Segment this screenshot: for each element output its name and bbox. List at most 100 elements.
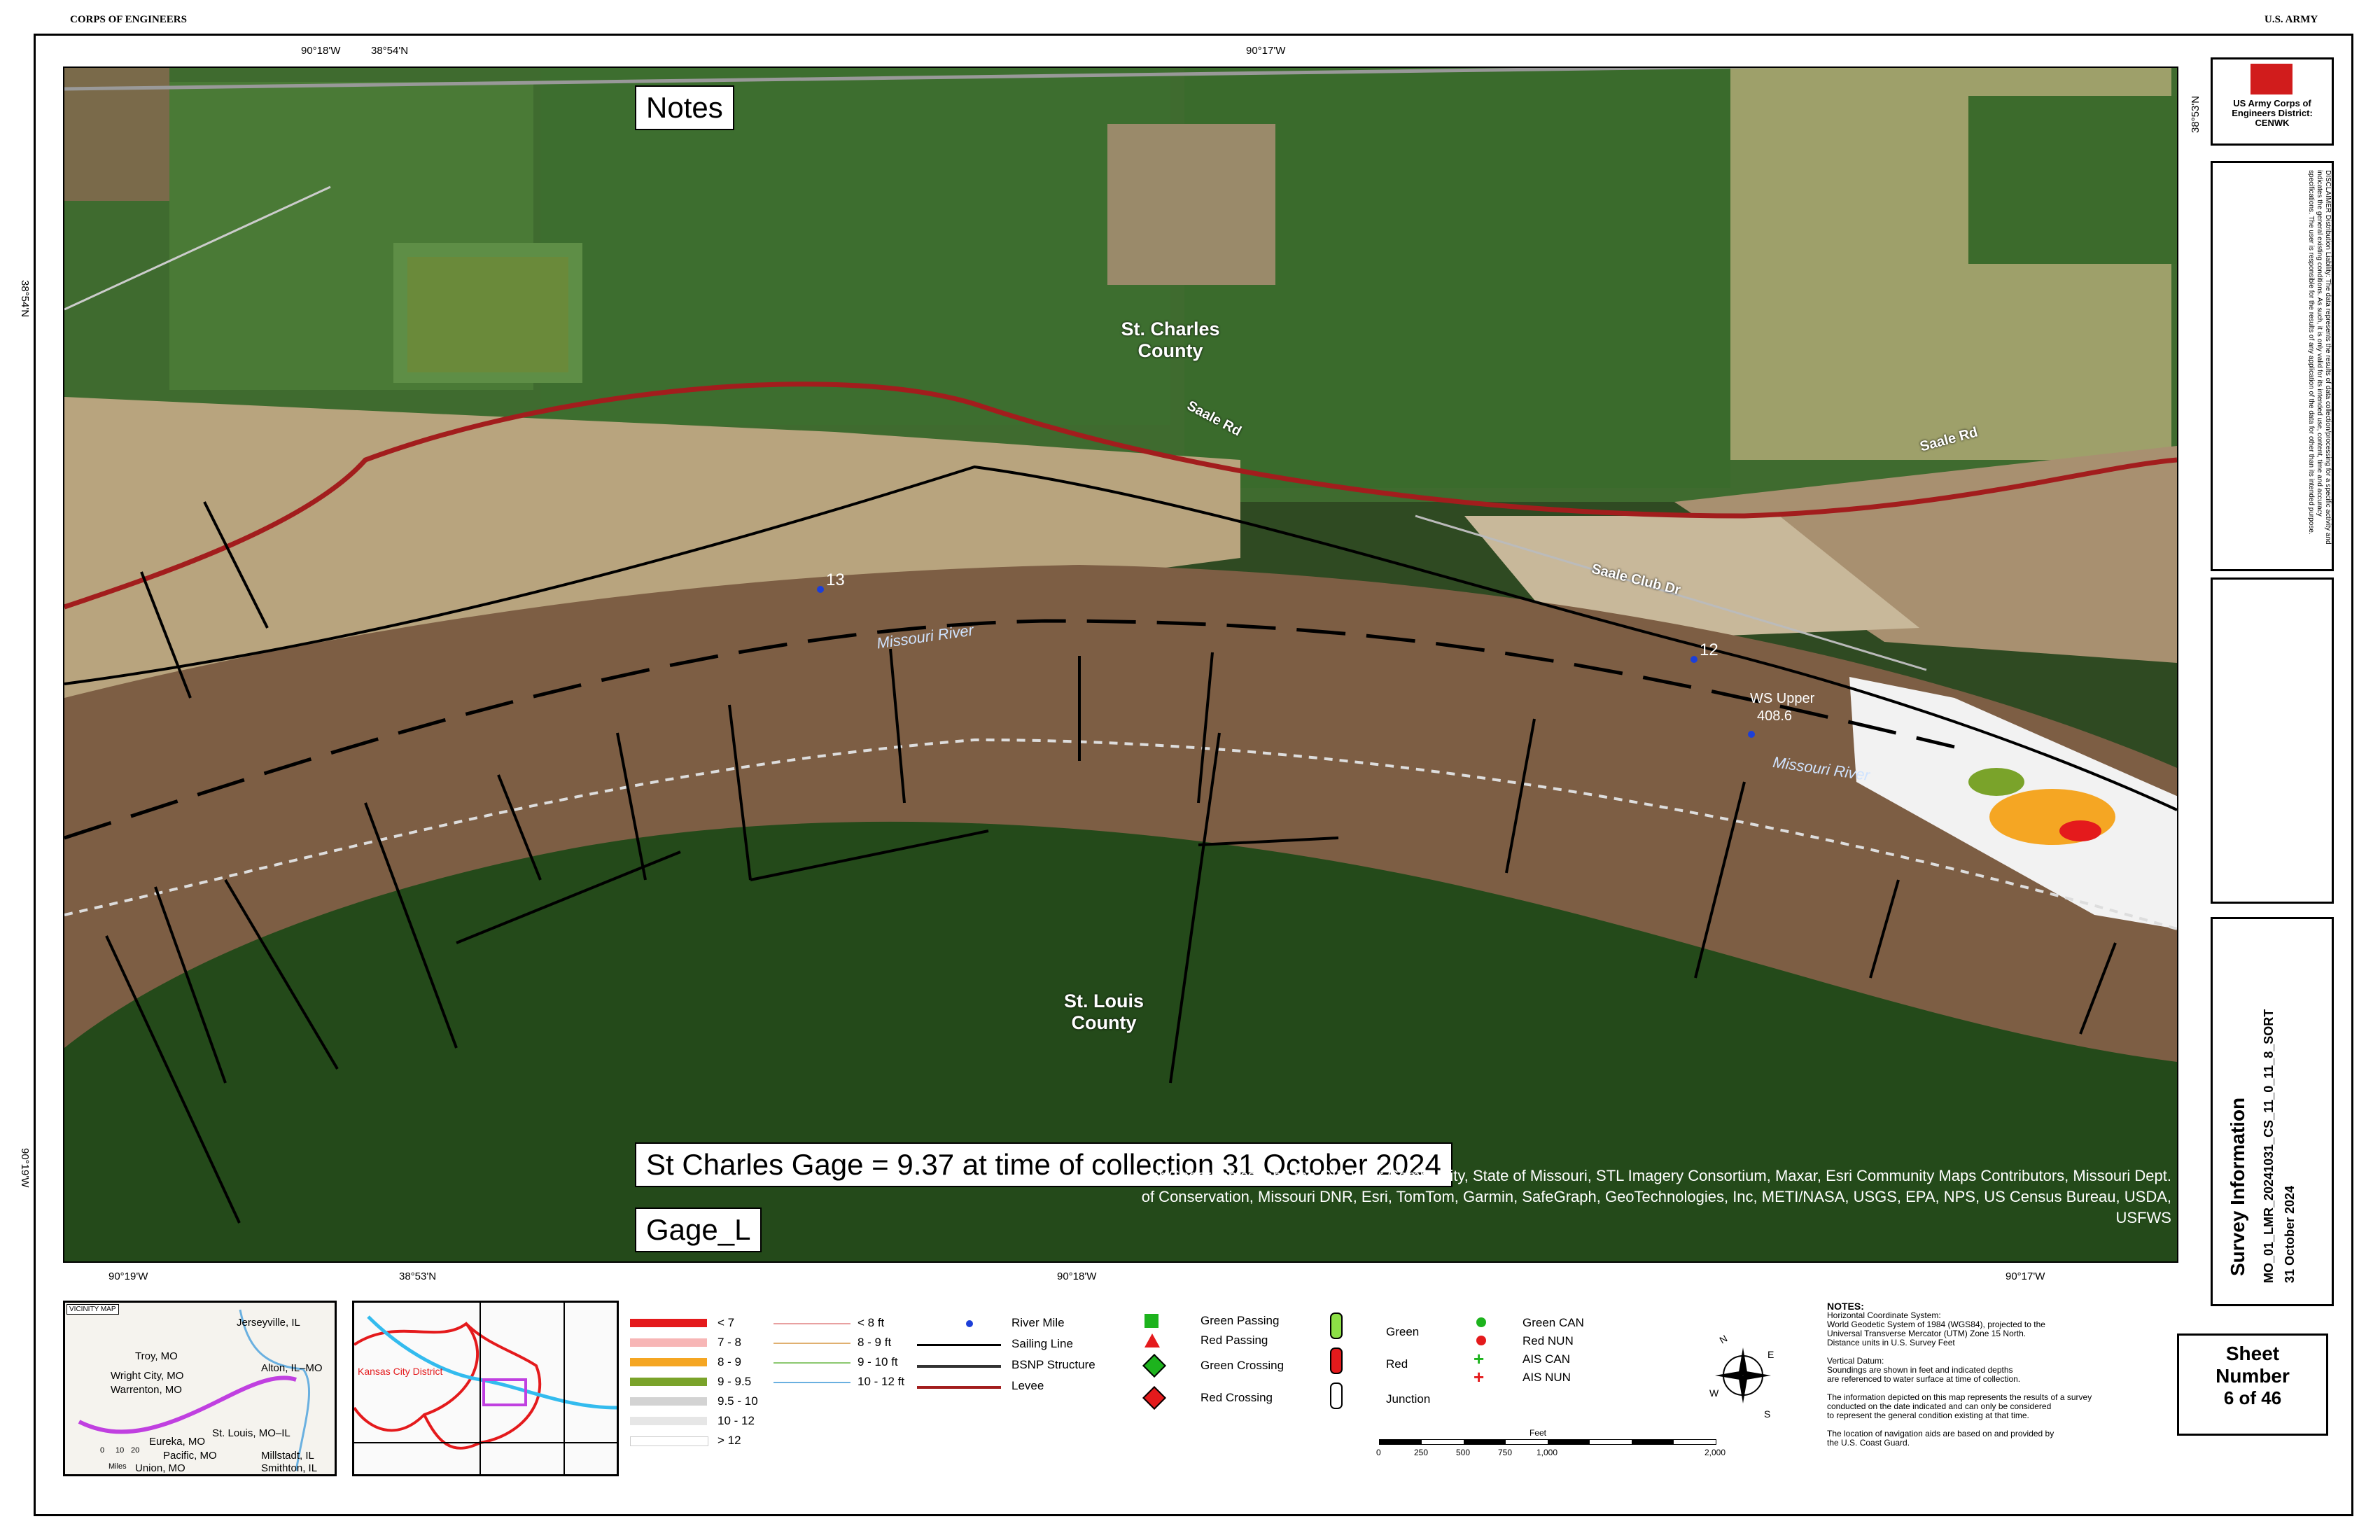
legend-depth-item: > 12: [630, 1434, 784, 1449]
legend-contour-item: < 8 ft: [774, 1316, 927, 1331]
svg-text:W: W: [1709, 1387, 1719, 1399]
place-wright-city: Wright City, MO: [111, 1370, 184, 1382]
legend-line-levee: Levee: [917, 1379, 1113, 1397]
scale-tick: 2,000: [1704, 1448, 1726, 1457]
survey-title: Survey Information: [2227, 1097, 2248, 1276]
legend-depth-item: < 7: [630, 1316, 784, 1331]
red-nun-icon: [1476, 1336, 1486, 1345]
field-green-4: [1968, 96, 2177, 264]
ais-nun-icon: +: [1474, 1366, 1485, 1387]
green-buoy-icon: [1330, 1312, 1343, 1339]
legend-line-bsnp: BSNP Structure: [917, 1358, 1113, 1376]
coord-bottom-2: 38°53'N: [399, 1270, 437, 1282]
legend-depth-item: 9.5 - 10: [630, 1394, 784, 1410]
place-union: Union, MO: [135, 1462, 186, 1474]
legend-line-river-mile: River Mile: [917, 1316, 1113, 1334]
map-frame[interactable]: St. Charles County St. Louis County Miss…: [63, 66, 2178, 1263]
coord-bottom-4: 90°17'W: [2005, 1270, 2045, 1282]
field-tan-3: [1107, 124, 1275, 285]
legend-line-sailing: Sailing Line: [917, 1337, 1113, 1355]
depth-lt7: [2059, 820, 2101, 841]
scale-tick: 250: [1414, 1448, 1429, 1457]
scale-bar-graphic: [1379, 1439, 1716, 1445]
legend-buoy-red: Red: [1330, 1348, 1428, 1376]
vicinity-scale-unit: Miles: [108, 1462, 127, 1471]
header-right: U.S. ARMY: [2264, 14, 2318, 25]
coord-left-1: 38°54'N: [19, 280, 31, 318]
gage-l-box: Gage_L: [635, 1208, 762, 1252]
legend-contour-item: 10 - 12 ft: [774, 1375, 927, 1390]
survey-date: 31 October 2024: [2283, 1185, 2297, 1283]
place-millstadt: Millstadt, IL: [261, 1450, 314, 1462]
place-alton: Alton, IL–MO: [261, 1362, 323, 1374]
district-label: Kansas City District: [358, 1366, 443, 1377]
red-triangle-icon: [1144, 1334, 1160, 1348]
disclaimer-text: DISCLAIMER Distribution Liability: The d…: [2307, 170, 2332, 545]
district-map[interactable]: Kansas City District: [352, 1301, 619, 1476]
logo-panel: US Army Corps of Engineers District: CEN…: [2211, 57, 2334, 146]
coord-bottom-1: 90°19'W: [108, 1270, 148, 1282]
vicinity-map[interactable]: VICINITY MAP Jerseyville, IL Troy, MO Al…: [63, 1301, 337, 1476]
header-left: CORPS OF ENGINEERS: [70, 14, 187, 25]
legend-green-passing: Green Passing: [1144, 1312, 1306, 1331]
legend-buoy-green: Green: [1330, 1312, 1428, 1340]
north-arrow-icon: N W S E: [1708, 1330, 1778, 1421]
label-ws-upper: WS Upper: [1750, 691, 1815, 706]
river-mile-icon: [966, 1320, 973, 1327]
legend-depth-item: 7 - 8: [630, 1336, 784, 1351]
place-warrenton: Warrenton, MO: [111, 1384, 182, 1396]
vicinity-scale-20: 20: [131, 1446, 140, 1455]
legend-buoy-junction: Junction: [1330, 1382, 1430, 1410]
green-diamond-icon: [1142, 1354, 1166, 1378]
place-st-louis: St. Louis, MO–IL: [212, 1427, 290, 1439]
label-river-mile-13: 13: [826, 570, 845, 589]
sheet-number-panel: Sheet Number 6 of 46: [2177, 1334, 2328, 1436]
pond: [407, 257, 568, 372]
green-can-icon: [1476, 1317, 1486, 1327]
agency-name: US Army Corps of Engineers District: CEN…: [2232, 98, 2313, 128]
scale-tick: 750: [1498, 1448, 1513, 1457]
scale-unit: Feet: [1530, 1428, 1547, 1438]
attribution: er Geographics, and the GIS User Communi…: [1141, 1167, 2171, 1226]
legend-red-nun: Red NUN: [1474, 1334, 1614, 1350]
legend-ais-can: + AIS CAN: [1474, 1348, 1571, 1369]
scale-tick: 0: [1376, 1448, 1381, 1457]
legend-ais-nun: + AIS NUN: [1474, 1366, 1571, 1387]
legend-green-can: Green CAN: [1474, 1316, 1614, 1331]
notes-box[interactable]: Notes: [635, 85, 734, 130]
notes-line: are referenced to water surface at time …: [1827, 1374, 2021, 1384]
disclaimer-panel: DISCLAIMER Distribution Liability: The d…: [2211, 161, 2334, 571]
place-pacific: Pacific, MO: [163, 1450, 217, 1462]
green-square-icon: [1144, 1314, 1158, 1328]
svg-text:N: N: [1718, 1333, 1730, 1346]
label-st-charles-county: St. Charles County: [1121, 318, 1220, 361]
legend-red-crossing: Red Crossing: [1142, 1386, 1306, 1410]
place-jerseyville: Jerseyville, IL: [237, 1317, 300, 1329]
coord-right-1: 38°53'N: [2190, 95, 2202, 133]
river-mile-13-marker[interactable]: [817, 586, 824, 593]
label-ws-value: 408.6: [1757, 708, 1793, 724]
legend-depth-item: 10 - 12: [630, 1414, 784, 1429]
junction-buoy-icon: [1330, 1382, 1343, 1409]
ws-upper-marker[interactable]: [1748, 731, 1755, 738]
signature-panel: [2211, 578, 2334, 904]
scale-tick: 1,000: [1536, 1448, 1558, 1457]
coord-top-1: 90°18'W: [301, 45, 341, 57]
label-st-louis-county: St. Louis County: [1064, 990, 1144, 1033]
legend-red-passing: Red Passing: [1144, 1332, 1306, 1350]
sheet-label: Sheet Number: [2216, 1343, 2290, 1387]
legend-depth-item: 8 - 9: [630, 1355, 784, 1371]
river-mile-12-marker[interactable]: [1690, 656, 1698, 663]
svg-text:E: E: [1768, 1349, 1774, 1360]
vicinity-scale-0: 0: [100, 1446, 105, 1455]
coord-bottom-3: 90°18'W: [1057, 1270, 1097, 1282]
castle-logo-icon: [2250, 64, 2292, 94]
legend-contour-item: 9 - 10 ft: [774, 1355, 927, 1371]
place-troy: Troy, MO: [135, 1350, 178, 1362]
place-eureka: Eureka, MO: [149, 1436, 206, 1448]
scale-bar: Feet 0 250 500 750 1,000 2,000: [1372, 1428, 1736, 1470]
label-river-mile-12: 12: [1700, 640, 1718, 659]
legend-green-crossing: Green Crossing: [1142, 1354, 1306, 1378]
survey-file: MO_01_LMR_20241031_CS_11_0_11_8_SORT: [2262, 1009, 2276, 1283]
svg-text:S: S: [1764, 1408, 1770, 1420]
